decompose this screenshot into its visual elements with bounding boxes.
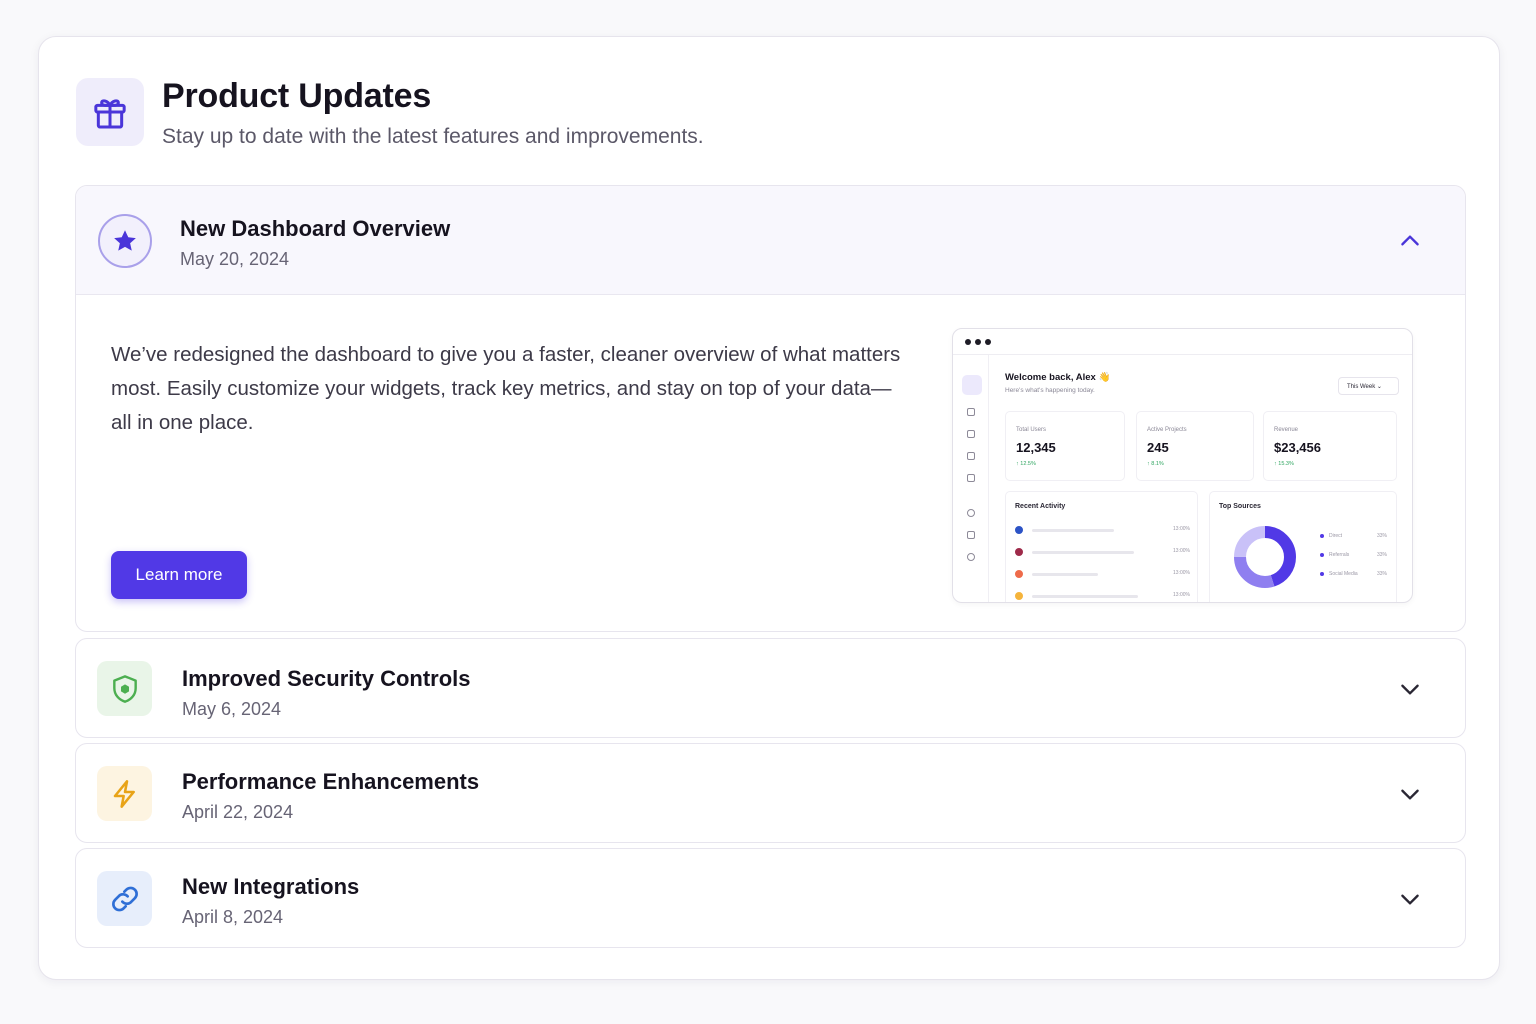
update-item-dashboard: New Dashboard Overview May 20, 2024 We’v… <box>75 185 1466 632</box>
preview-stat-card: Revenue $23,456 ↑ 15.3% <box>1263 411 1397 481</box>
chevron-down-icon[interactable] <box>1395 779 1425 809</box>
star-badge <box>98 214 152 268</box>
update-item-header[interactable]: New Dashboard Overview May 20, 2024 <box>76 186 1465 295</box>
shield-icon-badge <box>97 661 152 716</box>
preview-activity-panel: Recent Activity 13:00% 13:00% 13:00% 13:… <box>1005 491 1198 602</box>
update-item-security[interactable]: Improved Security Controls May 6, 2024 <box>75 638 1466 738</box>
gift-icon-badge <box>76 78 144 146</box>
preview-welcome: Welcome back, Alex 👋 <box>1005 372 1111 383</box>
update-date: April 22, 2024 <box>182 802 294 822</box>
update-title: Improved Security Controls <box>182 666 471 691</box>
preview-sources-panel: Top Sources Direct 33% Referrals 33% Socia… <box>1209 491 1397 602</box>
chevron-up-icon[interactable] <box>1395 226 1425 256</box>
update-date: May 6, 2024 <box>182 699 282 719</box>
update-title: Performance Enhancements <box>182 769 480 794</box>
lightning-icon <box>113 779 135 808</box>
dashboard-preview-image: Welcome back, Alex 👋 Here's what's happe… <box>952 328 1413 603</box>
shield-icon <box>112 674 137 703</box>
star-icon <box>114 230 136 251</box>
learn-more-button[interactable]: Learn more <box>111 551 247 599</box>
update-date: May 20, 2024 <box>180 249 290 269</box>
link-icon-badge <box>97 871 152 926</box>
preview-donut-chart <box>1234 526 1296 588</box>
update-item-performance[interactable]: Performance Enhancements April 22, 2024 <box>75 743 1466 843</box>
preview-range-select: This Week ⌄ <box>1338 377 1399 395</box>
lightning-icon-badge <box>97 766 152 821</box>
link-icon <box>111 886 138 911</box>
preview-welcome-sub: Here's what's happening today. <box>1005 387 1095 394</box>
update-title: New Integrations <box>182 874 360 899</box>
preview-window-bar <box>953 329 1412 355</box>
chevron-down-icon[interactable] <box>1395 884 1425 914</box>
gift-icon <box>94 99 126 129</box>
preview-stat-card: Total Users 12,345 ↑ 12.5% <box>1005 411 1125 481</box>
update-date: April 8, 2024 <box>182 907 284 927</box>
chevron-down-icon[interactable] <box>1395 674 1425 704</box>
page-subtitle: Stay up to date with the latest features… <box>162 125 704 148</box>
update-description: We’ve redesigned the dashboard to give y… <box>111 343 901 434</box>
update-item-integrations[interactable]: New Integrations April 8, 2024 <box>75 848 1466 948</box>
update-title: New Dashboard Overview <box>180 216 451 241</box>
preview-sidebar <box>953 355 989 602</box>
product-updates-card: Product Updates Stay up to date with the… <box>38 36 1500 980</box>
page-title: Product Updates <box>162 77 432 115</box>
preview-stat-card: Active Projects 245 ↑ 8.1% <box>1136 411 1254 481</box>
